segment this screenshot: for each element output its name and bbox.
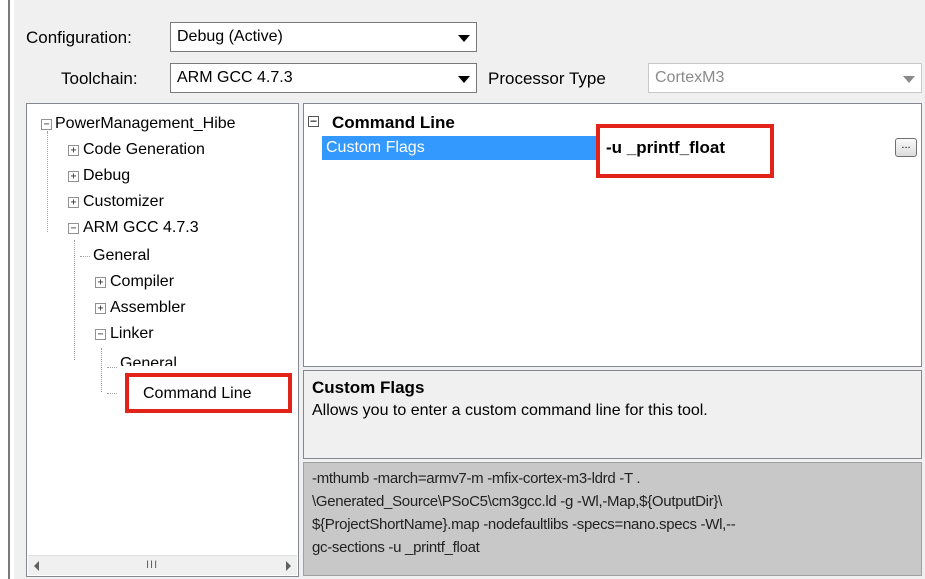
chevron-down-icon [903, 76, 915, 83]
expand-icon[interactable]: + [68, 171, 79, 182]
scroll-left-icon[interactable] [34, 561, 39, 571]
description-title: Custom Flags [312, 378, 425, 397]
collapse-icon[interactable]: − [41, 119, 52, 130]
command-line-text: -mthumb -march=armv7-m -mfix-cortex-m3-l… [312, 470, 641, 487]
property-description: Custom Flags Allows you to enter a custo… [303, 370, 922, 459]
configuration-select[interactable]: Debug (Active) [170, 22, 477, 52]
processor-type-label: Processor Type [488, 69, 606, 88]
scroll-right-icon[interactable] [286, 561, 291, 571]
tree-item-project[interactable]: PowerManagement_Hibe [55, 112, 236, 136]
configuration-label: Configuration: [26, 28, 132, 47]
expand-icon[interactable]: + [95, 277, 106, 288]
command-line-text: gc-sections -u _printf_float [312, 539, 480, 556]
tree-connector [74, 240, 75, 360]
tree-item-linker-general[interactable]: General [120, 352, 177, 366]
property-name[interactable]: Custom Flags [322, 136, 598, 160]
tree-connector [101, 348, 102, 392]
tree-item-customizer[interactable]: Customizer [83, 190, 164, 214]
tree-item-linker[interactable]: Linker [110, 322, 154, 346]
tree-connector [80, 256, 90, 257]
collapse-icon[interactable]: − [95, 329, 106, 340]
toolchain-label: Toolchain: [61, 69, 138, 88]
tree-connector [47, 132, 48, 232]
category-title: Command Line [332, 113, 455, 132]
scroll-grip[interactable]: III [146, 559, 158, 571]
command-line-preview: -mthumb -march=armv7-m -mfix-cortex-m3-l… [303, 462, 922, 576]
window-border [8, 0, 10, 579]
collapse-icon[interactable]: − [68, 223, 79, 234]
tree-item-code-generation[interactable]: Code Generation [83, 138, 205, 162]
expand-icon[interactable]: + [95, 303, 106, 314]
chevron-down-icon [458, 76, 470, 83]
collapse-icon[interactable]: − [308, 115, 319, 127]
chevron-down-icon [458, 35, 470, 42]
command-line-text: ${ProjectShortName}.map -nodefaultlibs -… [312, 516, 736, 533]
toolchain-value: ARM GCC 4.7.3 [177, 69, 293, 86]
tree-item-debug[interactable]: Debug [83, 164, 130, 188]
processor-type-select: CortexM3 [648, 63, 922, 93]
tree-connector [107, 367, 117, 368]
tree-connector [107, 393, 117, 394]
tree-item-arm-gcc[interactable]: ARM GCC 4.7.3 [83, 216, 199, 240]
expand-icon[interactable]: + [68, 197, 79, 208]
highlight-box-custom-flags [596, 124, 774, 178]
processor-type-value: CortexM3 [655, 69, 725, 86]
command-line-text: \Generated_Source\PSoC5\cm3gcc.ld -g -Wl… [312, 493, 722, 510]
toolchain-select[interactable]: ARM GCC 4.7.3 [170, 63, 477, 93]
ellipsis-button[interactable]: ... [895, 138, 917, 157]
expand-icon[interactable]: + [68, 145, 79, 156]
configuration-value: Debug (Active) [177, 28, 283, 45]
horizontal-scrollbar[interactable]: III [28, 555, 297, 575]
settings-tree[interactable]: − PowerManagement_Hibe + Code Generation… [26, 103, 299, 577]
tree-item-compiler[interactable]: Compiler [110, 270, 174, 294]
tree-item-assembler[interactable]: Assembler [110, 296, 186, 320]
highlight-box-command-line [125, 373, 292, 413]
tree-item-general[interactable]: General [93, 244, 150, 268]
description-text: Allows you to enter a custom command lin… [312, 402, 708, 419]
